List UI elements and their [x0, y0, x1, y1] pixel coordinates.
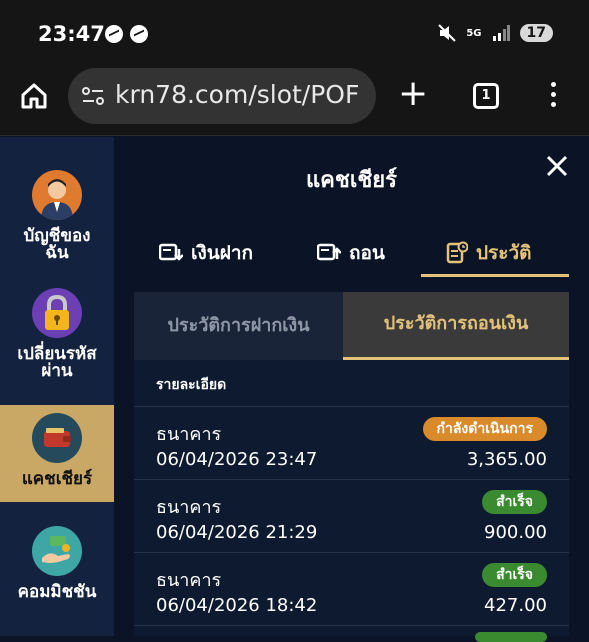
- status-time: 23:47: [38, 22, 105, 46]
- commission-icon: [32, 526, 82, 576]
- deposit-icon: [159, 243, 183, 261]
- signal-icon: [492, 25, 510, 41]
- sidebar: บัญชีของฉัน เปลี่ยนรหัสผ่าน แคชเชียร์ คอ…: [0, 137, 128, 636]
- list-item[interactable]: ธนาคาร 06/04/2026 23:47 กำลังดำเนินการ 3…: [134, 406, 569, 479]
- url-text[interactable]: krn78.com/slot/POF: [115, 80, 367, 109]
- transaction-amount: 3,365.00: [466, 449, 547, 470]
- cashier-panel: แคชเชียร์ เงินฝาก ถอน ประวัติ ประวัติการ…: [114, 137, 589, 642]
- transaction-datetime: 06/04/2026 23:47: [156, 449, 318, 470]
- tab-label: ถอน: [349, 242, 385, 264]
- close-icon[interactable]: [544, 153, 570, 179]
- subtab-withdraw-history[interactable]: ประวัติการถอนเงิน: [343, 292, 569, 360]
- user-avatar-icon: [32, 170, 82, 220]
- bank-label: ธนาคาร: [156, 497, 222, 518]
- page-title: แคชเชียร์: [306, 168, 397, 193]
- home-icon[interactable]: [20, 82, 48, 110]
- sidebar-item-commission[interactable]: คอมมิชชัน: [0, 526, 114, 601]
- status-badge: [475, 632, 547, 642]
- messenger-icon: [130, 25, 148, 43]
- site-settings-icon[interactable]: [81, 84, 105, 108]
- list-item[interactable]: ธนาคาร 06/04/2026 18:42 สำเร็จ 427.00: [134, 552, 569, 625]
- url-bar[interactable]: krn78.com/slot/POF: [68, 68, 376, 124]
- bank-label: ธนาคาร: [156, 424, 222, 445]
- transaction-datetime: 06/04/2026 18:42: [156, 595, 318, 616]
- more-menu-icon[interactable]: [551, 82, 557, 112]
- history-icon: [446, 241, 468, 264]
- tab-switcher-button[interactable]: 1: [473, 83, 499, 109]
- mute-icon: [438, 24, 457, 42]
- active-tab-indicator: [421, 274, 569, 277]
- withdraw-icon: [317, 243, 341, 261]
- sidebar-item-label: แคชเชียร์: [21, 469, 93, 489]
- sidebar-item-change-password[interactable]: เปลี่ยนรหัสผ่าน: [0, 288, 114, 380]
- list-item[interactable]: ธนาคาร 06/04/2026 21:29 สำเร็จ 900.00: [134, 479, 569, 552]
- bank-label: ธนาคาร: [156, 570, 222, 591]
- subtab-deposit-history[interactable]: ประวัติการฝากเงิน: [134, 292, 343, 360]
- status-bar: 23:47 5G 17: [0, 0, 589, 64]
- tab-deposit[interactable]: เงินฝาก: [159, 228, 253, 278]
- history-subtabs: ประวัติการฝากเงิน ประวัติการถอนเงิน: [134, 292, 569, 360]
- transaction-datetime: 06/04/2026 21:29: [156, 522, 318, 543]
- list-item: [134, 625, 569, 642]
- tab-label: ประวัติ: [476, 242, 532, 264]
- battery-indicator: 17: [519, 24, 553, 42]
- tab-withdraw[interactable]: ถอน: [317, 228, 385, 278]
- sidebar-item-cashier[interactable]: แคชเชียร์: [0, 405, 128, 502]
- tab-label: เงินฝาก: [191, 242, 254, 264]
- status-badge: สำเร็จ: [482, 563, 547, 587]
- transaction-list: รายละเอียด ธนาคาร 06/04/2026 23:47 กำลัง…: [134, 360, 569, 642]
- new-tab-icon[interactable]: +: [398, 76, 428, 112]
- list-header: รายละเอียด: [156, 377, 227, 393]
- lock-icon: [32, 288, 82, 338]
- sidebar-item-my-account[interactable]: บัญชีของฉัน: [0, 170, 114, 262]
- sidebar-item-label: เปลี่ยนรหัสผ่าน: [17, 344, 97, 381]
- status-badge: สำเร็จ: [482, 490, 547, 514]
- wallet-icon: [32, 413, 82, 463]
- messenger-icon: [105, 25, 123, 43]
- transaction-amount: 900.00: [484, 522, 547, 543]
- network-type: 5G: [466, 27, 482, 39]
- transaction-amount: 427.00: [484, 595, 547, 616]
- sidebar-item-label: คอมมิชชัน: [17, 582, 97, 602]
- tab-history[interactable]: ประวัติ: [446, 228, 531, 278]
- status-badge: กำลังดำเนินการ: [422, 417, 547, 441]
- sidebar-item-label: บัญชีของฉัน: [23, 226, 91, 263]
